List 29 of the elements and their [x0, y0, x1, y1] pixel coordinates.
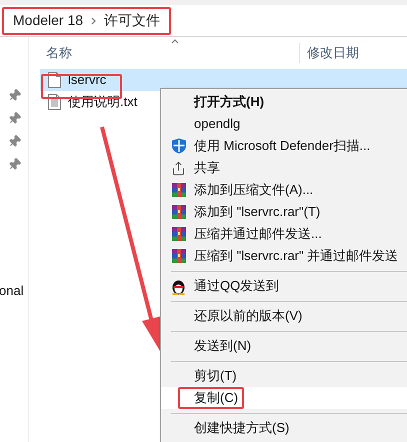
menu-item[interactable]: 打开方式(H)	[163, 91, 407, 113]
menu-item[interactable]: 使用 Microsoft Defender扫描...	[163, 135, 407, 157]
archive-books-icon	[170, 226, 186, 242]
menu-item[interactable]: 发送到(N)	[163, 335, 407, 357]
menu-item[interactable]: 添加到压缩文件(A)...	[163, 179, 407, 201]
archive-books-icon	[170, 248, 186, 264]
share-icon	[171, 160, 186, 176]
menu-item[interactable]: 剪切(T)	[163, 365, 407, 387]
menu-item[interactable]: 压缩到 "lservrc.rar" 并通过邮件发送	[163, 245, 407, 267]
menu-item[interactable]: 复制(C)	[161, 387, 407, 409]
menu-item[interactable]: 创建快捷方式(S)	[163, 417, 407, 439]
menu-item[interactable]: 通过QQ发送到	[163, 275, 407, 297]
breadcrumb-item[interactable]: 许可文件	[104, 10, 160, 31]
column-header[interactable]: 修改日期	[300, 43, 359, 63]
archive-books-icon	[170, 204, 186, 220]
sort-caret-icon	[171, 39, 179, 44]
menu-item[interactable]: 还原以前的版本(V)	[163, 305, 407, 327]
shield-icon	[170, 138, 186, 154]
column-header[interactable]: 名称	[40, 43, 300, 63]
penguin-icon	[171, 278, 186, 294]
menu-item[interactable]: opendlg	[163, 113, 407, 135]
menu-item[interactable]: 共享	[163, 157, 407, 179]
address-bar[interactable]: Modeler 18 许可文件	[2, 6, 172, 34]
menu-item[interactable]: 压缩并通过邮件发送...	[163, 223, 407, 245]
chevron-icon	[91, 16, 96, 24]
highlight-frame	[178, 387, 244, 409]
archive-books-icon	[170, 182, 186, 198]
menu-item[interactable]: 添加到 "lservrc.rar"(T)	[163, 201, 407, 223]
breadcrumb-item[interactable]: Modeler 18	[13, 10, 84, 31]
